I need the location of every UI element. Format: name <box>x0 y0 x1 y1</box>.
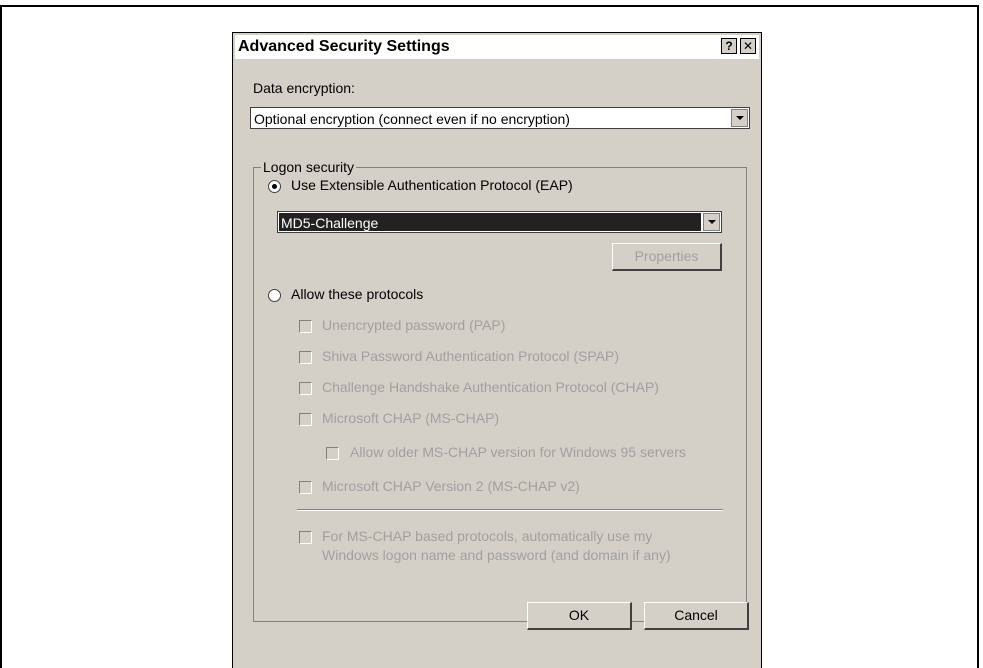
ms-chap-checkbox[interactable] <box>299 413 312 426</box>
spap-checkbox[interactable] <box>299 351 312 364</box>
auto-logon-checkbox[interactable] <box>299 531 312 544</box>
auto-logon-label-line1[interactable]: For MS-CHAP based protocols, automatical… <box>322 528 652 544</box>
help-button[interactable]: ? <box>721 38 737 54</box>
advanced-security-settings-dialog: Advanced Security Settings ? ✕ Data encr… <box>232 32 762 668</box>
data-encryption-label: Data encryption: <box>253 80 355 96</box>
eap-type-value: MD5-Challenge <box>279 213 701 231</box>
chap-checkbox[interactable] <box>299 382 312 395</box>
pap-label[interactable]: Unencrypted password (PAP) <box>322 317 505 333</box>
logon-security-title: Logon security <box>261 159 357 175</box>
auto-logon-label-line2[interactable]: Windows logon name and password (and dom… <box>322 547 671 563</box>
spap-label[interactable]: Shiva Password Authentication Protocol (… <box>322 348 619 364</box>
eap-radio-label[interactable]: Use Extensible Authentication Protocol (… <box>291 177 573 193</box>
data-encryption-dropdown[interactable]: Optional encryption (connect even if no … <box>250 107 750 129</box>
ms-chap-v2-label[interactable]: Microsoft CHAP Version 2 (MS-CHAP v2) <box>322 478 580 494</box>
dialog-title: Advanced Security Settings <box>238 38 450 55</box>
title-bar[interactable]: Advanced Security Settings ? ✕ <box>235 35 759 59</box>
eap-type-dropdown[interactable]: MD5-Challenge <box>277 211 722 233</box>
eap-radio[interactable] <box>268 180 281 193</box>
cancel-button[interactable]: Cancel <box>644 602 749 630</box>
allow-protocols-label[interactable]: Allow these protocols <box>291 286 423 302</box>
older-ms-chap-checkbox[interactable] <box>326 447 339 460</box>
separator <box>297 509 723 511</box>
older-ms-chap-label[interactable]: Allow older MS-CHAP version for Windows … <box>350 444 686 460</box>
ms-chap-label[interactable]: Microsoft CHAP (MS-CHAP) <box>322 410 499 426</box>
close-button[interactable]: ✕ <box>740 38 756 54</box>
chap-label[interactable]: Challenge Handshake Authentication Proto… <box>322 379 659 395</box>
chevron-down-icon[interactable] <box>731 109 748 127</box>
data-encryption-value: Optional encryption (connect even if no … <box>254 111 570 127</box>
chevron-down-icon[interactable] <box>703 213 720 231</box>
allow-protocols-radio[interactable] <box>268 289 281 302</box>
properties-button[interactable]: Properties <box>612 243 722 271</box>
pap-checkbox[interactable] <box>299 320 312 333</box>
ms-chap-v2-checkbox[interactable] <box>299 481 312 494</box>
ok-button[interactable]: OK <box>527 602 632 630</box>
